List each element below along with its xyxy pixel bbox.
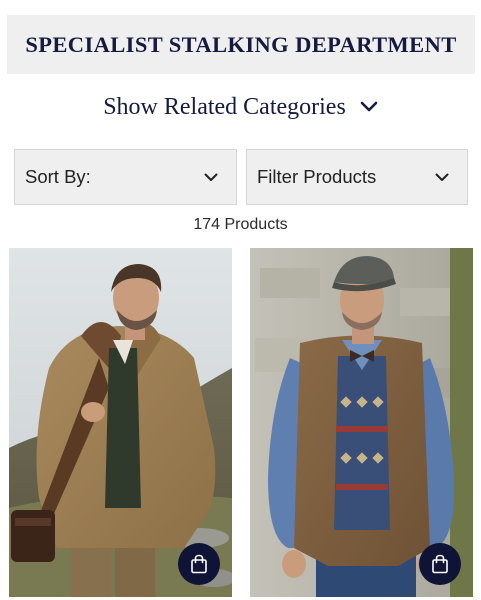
- add-to-bag-button[interactable]: [419, 543, 461, 585]
- shopping-bag-icon: [191, 554, 207, 574]
- sort-by-label: Sort By:: [25, 166, 91, 187]
- department-banner: SPECIALIST STALKING DEPARTMENT: [7, 15, 475, 74]
- product-card[interactable]: [250, 248, 473, 597]
- sort-by-dropdown[interactable]: Sort By:: [14, 149, 237, 205]
- show-related-categories-toggle[interactable]: Show Related Categories: [0, 88, 481, 126]
- product-count: 174 Products: [193, 216, 288, 233]
- related-categories-label: Show Related Categories: [103, 93, 346, 120]
- chevron-down-icon: [435, 173, 449, 181]
- shopping-bag-icon: [432, 554, 448, 574]
- chevron-down-icon: [204, 173, 218, 181]
- filter-products-label: Filter Products: [257, 166, 377, 187]
- product-card[interactable]: [9, 248, 232, 597]
- chevron-down-icon: [360, 101, 378, 112]
- department-title: SPECIALIST STALKING DEPARTMENT: [25, 31, 457, 57]
- add-to-bag-button[interactable]: [178, 543, 220, 585]
- filter-products-dropdown[interactable]: Filter Products: [246, 149, 468, 205]
